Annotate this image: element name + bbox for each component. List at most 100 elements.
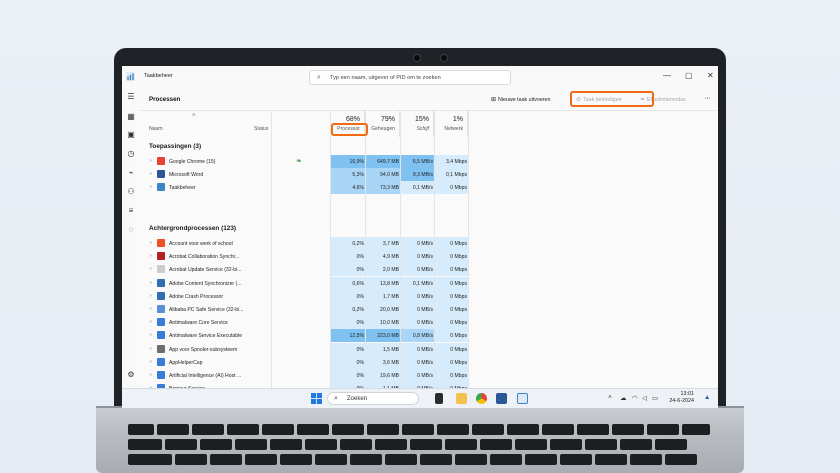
clock-date: 24-6-2024: [669, 398, 694, 404]
process-disk: 0 MB/s: [417, 373, 433, 379]
windows-start-icon[interactable]: [311, 393, 322, 404]
table-row[interactable]: › Microsoft Word 5,3% 94,0 MB 9,3 MB/s 0,1 Mb…: [140, 168, 718, 182]
battery-icon[interactable]: ▭: [652, 394, 658, 402]
process-cpu: 0%: [356, 293, 364, 300]
process-name: Antimalware Core Service: [169, 320, 228, 327]
search-icon: ⌕: [334, 395, 338, 402]
table-row[interactable]: › AppHelperCap 0% 3,6 MB 0 MB/s 0 Mbps: [140, 355, 718, 369]
new-task-icon: ⊞: [491, 97, 497, 103]
hamburger-menu-icon[interactable]: ☰: [126, 92, 136, 102]
services-icon[interactable]: ◌: [126, 225, 136, 235]
details-icon[interactable]: ≡: [126, 206, 136, 216]
expand-chevron-icon[interactable]: ›: [150, 266, 152, 272]
table-row[interactable]: › Antimalware Service Executable 12,5% 223,…: [140, 329, 718, 343]
process-disk: 0,1 MB/s: [412, 280, 433, 287]
table-row[interactable]: › Antimalware Core Service 0% 10,0 MB 0 MB/s…: [140, 316, 718, 330]
expand-chevron-icon[interactable]: ›: [150, 346, 152, 352]
process-mem: 19,6 MB: [380, 373, 399, 379]
table-row[interactable]: › Acrobat Update Service (32-bi... 0% 2,0 M…: [140, 263, 718, 277]
task-manager-taskbar-icon[interactable]: [517, 393, 528, 404]
expand-chevron-icon[interactable]: ›: [150, 240, 152, 246]
column-name[interactable]: Naam: [149, 126, 163, 132]
process-net: 0 Mbps: [450, 346, 467, 353]
expand-chevron-icon[interactable]: ›: [150, 359, 152, 365]
tray-chevron-icon[interactable]: ˄: [608, 394, 612, 401]
word-icon[interactable]: [496, 393, 507, 404]
process-icon: [157, 331, 165, 340]
chrome-icon[interactable]: [476, 393, 487, 404]
expand-chevron-icon[interactable]: ›: [150, 184, 152, 190]
task-view-icon[interactable]: [435, 393, 443, 404]
process-mem: 13,8 MB: [380, 280, 399, 287]
column-network[interactable]: 1% Netwerk: [434, 111, 468, 137]
table-row[interactable]: › Adobe Content Synchronizer (... 0,6% 13,8…: [140, 276, 718, 290]
process-icon: [157, 170, 165, 179]
process-name: AppHelperCap: [169, 359, 203, 366]
title-bar: Taakbeheer ⌕ Typ een naam, uitgever of P…: [122, 66, 718, 88]
cloud-icon[interactable]: ☁: [620, 394, 627, 402]
settings-gear-icon[interactable]: ⚙: [126, 370, 136, 380]
table-row[interactable]: › Alibaba PC Safe Service (32-bi... 0,2% 20…: [140, 303, 718, 316]
process-disk: 0 MB/s: [417, 320, 433, 327]
startup-apps-icon[interactable]: ⌁: [126, 168, 136, 178]
expand-chevron-icon[interactable]: ›: [150, 293, 152, 299]
search-icon: ⌕: [317, 74, 321, 81]
expand-chevron-icon[interactable]: ›: [150, 158, 152, 164]
table-row[interactable]: › Google Chrome (15) 16,9% 649,7 MB 6,5 MB/s…: [140, 155, 718, 168]
column-disk[interactable]: 15% Schijf: [400, 111, 434, 137]
table-row[interactable]: › App voor Spooler-subsysteem 0% 1,5 MB 0 MB…: [140, 342, 718, 356]
process-name: Alibaba PC Safe Service (32-bi...: [169, 307, 244, 313]
expand-chevron-icon[interactable]: ›: [150, 253, 152, 259]
file-explorer-icon[interactable]: [456, 393, 467, 404]
expand-chevron-icon[interactable]: ›: [150, 332, 152, 338]
clock-time: 13:01: [680, 391, 695, 397]
process-disk: 0 MB/s: [417, 307, 433, 313]
more-options-button[interactable]: ···: [705, 96, 710, 102]
process-icon: [157, 305, 165, 313]
column-status[interactable]: Status: [254, 126, 268, 132]
maximize-button[interactable]: ▢: [685, 71, 693, 80]
process-disk: 0,1 MB/s: [412, 185, 433, 192]
section-background: Achtergrondprocessen (123): [149, 225, 237, 232]
expand-chevron-icon[interactable]: ›: [150, 280, 152, 286]
table-row[interactable]: › Adobe Crash Processor 0% 1,7 MB 0 MB/s 0 Mb…: [140, 289, 718, 303]
process-net: 0 Mbps: [450, 359, 467, 366]
process-net: 0 Mbps: [450, 241, 467, 247]
clock[interactable]: 13:01 24-6-2024: [669, 391, 694, 405]
sort-caret-icon: ˄: [192, 113, 196, 119]
process-name: Acrobat Update Service (32-bi...: [169, 267, 242, 274]
expand-chevron-icon[interactable]: ›: [150, 372, 152, 378]
table-row[interactable]: › Taakbeheer 4,6% 73,3 MB 0,1 MB/s 0 Mbps: [140, 181, 718, 195]
network-label: Netwerk: [444, 126, 463, 132]
processes-icon[interactable]: ▦: [126, 112, 136, 122]
table-row[interactable]: › Account voor werk of school 0,2% 3,7 MB 0 …: [140, 237, 718, 250]
expand-chevron-icon[interactable]: ›: [150, 171, 152, 177]
process-name: Taakbeheer: [169, 185, 196, 192]
close-button[interactable]: ✕: [707, 71, 714, 80]
process-cpu: 0%: [356, 267, 364, 274]
process-net: 0 Mbps: [450, 185, 467, 192]
wifi-icon[interactable]: ◠: [632, 394, 638, 402]
task-manager-icon: [126, 72, 135, 81]
memory-total: 79%: [380, 116, 395, 123]
notification-bell-icon[interactable]: ▲: [704, 394, 710, 401]
expand-chevron-icon[interactable]: ›: [150, 319, 152, 325]
performance-icon[interactable]: ▣: [126, 130, 136, 140]
new-task-button[interactable]: ⊞ Nieuwe taak uitvoeren: [491, 96, 550, 103]
table-row[interactable]: › Artificial Intelligence (AI) Host ... 0%…: [140, 369, 718, 382]
volume-icon[interactable]: ◁: [642, 394, 647, 402]
taskbar-search[interactable]: ⌕ Zoeken: [327, 392, 419, 405]
process-icon: [157, 239, 165, 247]
app-history-icon[interactable]: ◷: [126, 149, 136, 159]
column-memory[interactable]: 79% Geheugen: [365, 111, 400, 137]
disk-label: Schijf: [416, 126, 429, 132]
process-icon: [157, 357, 165, 366]
expand-chevron-icon[interactable]: ›: [150, 306, 152, 312]
page-title: Processen: [149, 96, 181, 103]
search-input[interactable]: ⌕ Typ een naam, uitgever of PID om te zo…: [309, 70, 511, 85]
users-icon[interactable]: ⚇: [126, 187, 136, 197]
minimize-button[interactable]: —: [663, 71, 671, 80]
process-cpu: 4,6%: [352, 185, 364, 192]
process-cpu: 0%: [356, 373, 364, 379]
table-row[interactable]: › Acrobat Collaboration Synchr... 0% 4,9 MB…: [140, 250, 718, 264]
